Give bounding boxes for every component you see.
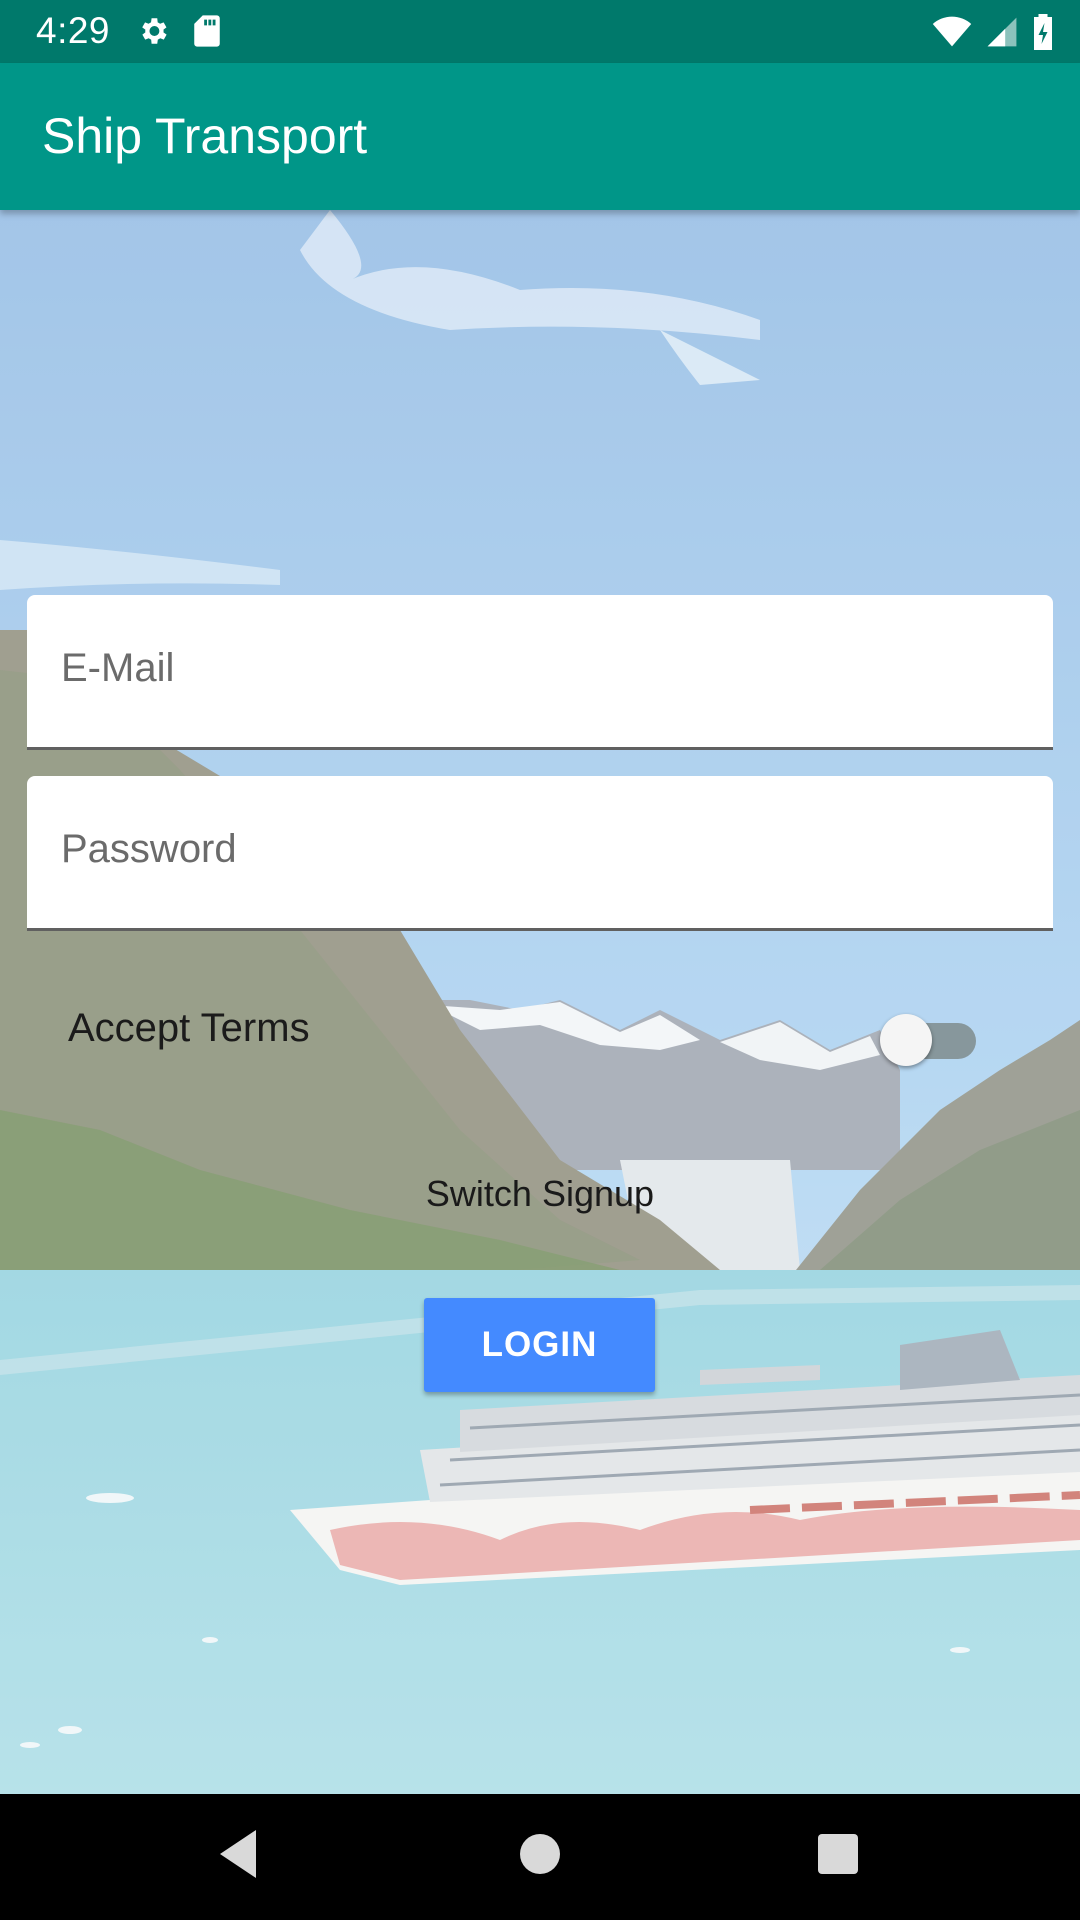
- sd-card-icon: [192, 14, 222, 53]
- switch-signup-link[interactable]: Switch Signup: [0, 1173, 1080, 1215]
- status-bar: 4:29: [0, 0, 1080, 63]
- signal-icon: [986, 16, 1018, 53]
- email-input[interactable]: [59, 635, 1013, 701]
- home-icon[interactable]: [518, 1826, 562, 1887]
- background-image: [0, 210, 1080, 1794]
- login-button[interactable]: LOGIN: [424, 1298, 655, 1392]
- back-icon[interactable]: [216, 1826, 260, 1887]
- email-field[interactable]: [27, 595, 1053, 750]
- accept-terms-label: Accept Terms: [68, 1006, 310, 1050]
- app-title: Ship Transport: [42, 108, 368, 164]
- password-field[interactable]: [27, 776, 1053, 931]
- gear-icon: [136, 14, 170, 53]
- accept-terms-switch[interactable]: [880, 1006, 980, 1066]
- wifi-icon: [932, 16, 972, 53]
- status-time: 4:29: [36, 10, 111, 51]
- switch-thumb: [880, 1014, 932, 1066]
- password-input[interactable]: [59, 816, 1013, 882]
- login-screen: Accept Terms Switch Signup LOGIN: [0, 210, 1080, 1794]
- navigation-bar: [0, 1794, 1080, 1920]
- app-bar: Ship Transport: [0, 63, 1080, 210]
- battery-icon: [1032, 14, 1054, 55]
- recents-icon[interactable]: [816, 1826, 860, 1887]
